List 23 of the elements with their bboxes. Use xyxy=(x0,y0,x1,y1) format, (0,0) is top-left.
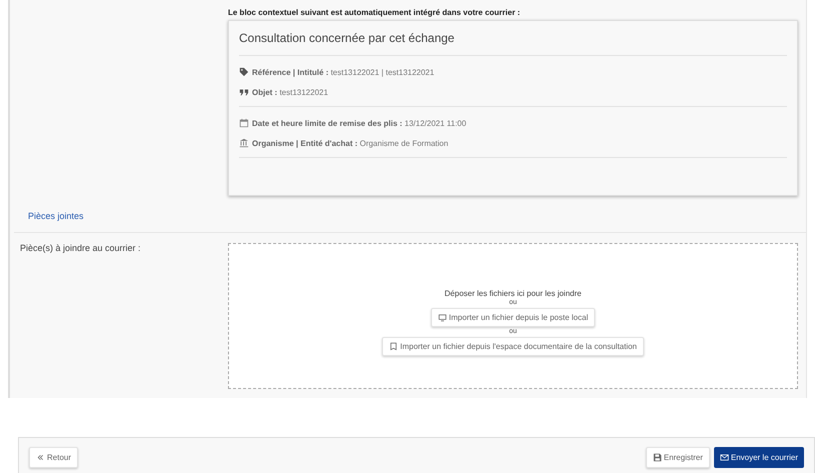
import-space-button[interactable]: Importer un fichier depuis l'espace documentaire de la consultation xyxy=(382,336,644,356)
envelope-icon xyxy=(720,452,729,462)
back-button[interactable]: Retour xyxy=(29,446,78,468)
quote-icon xyxy=(239,87,249,97)
context-intro: Le bloc contextuel suivant est automatiquement intégré dans votre courrier : xyxy=(228,8,522,17)
attachments-label: Pièce(s) à joindre au courrier : xyxy=(19,243,142,255)
import-local-button[interactable]: Importer un fichier depuis le poste local xyxy=(430,308,596,326)
monitor-icon xyxy=(438,312,447,322)
calendar-icon xyxy=(239,118,249,128)
info-line: Objet : test13122021 xyxy=(252,88,328,96)
building-icon xyxy=(239,138,249,148)
floppy-icon xyxy=(652,452,662,462)
info-line: Organisme | Entité d'achat : Organisme de Formation xyxy=(252,138,448,148)
info-line: Date et heure limite de remise des plis : 13/12/2021 11:00 xyxy=(252,118,466,128)
info-line: Référence | Intitulé : test13122021 | test13122021 xyxy=(252,68,434,76)
save-button[interactable]: Enregistrer xyxy=(646,446,710,468)
send-button[interactable]: Envoyer le courrier xyxy=(714,446,804,468)
attachments-link[interactable]: Pièces jointes xyxy=(28,211,84,221)
drop-text: Déposer les fichiers ici pour les joindre xyxy=(444,288,582,298)
double-chevron-icon xyxy=(36,452,45,462)
document-icon xyxy=(389,342,398,350)
tag-icon xyxy=(239,67,249,77)
card-title: Consultation concernée par cet échange xyxy=(239,31,787,56)
